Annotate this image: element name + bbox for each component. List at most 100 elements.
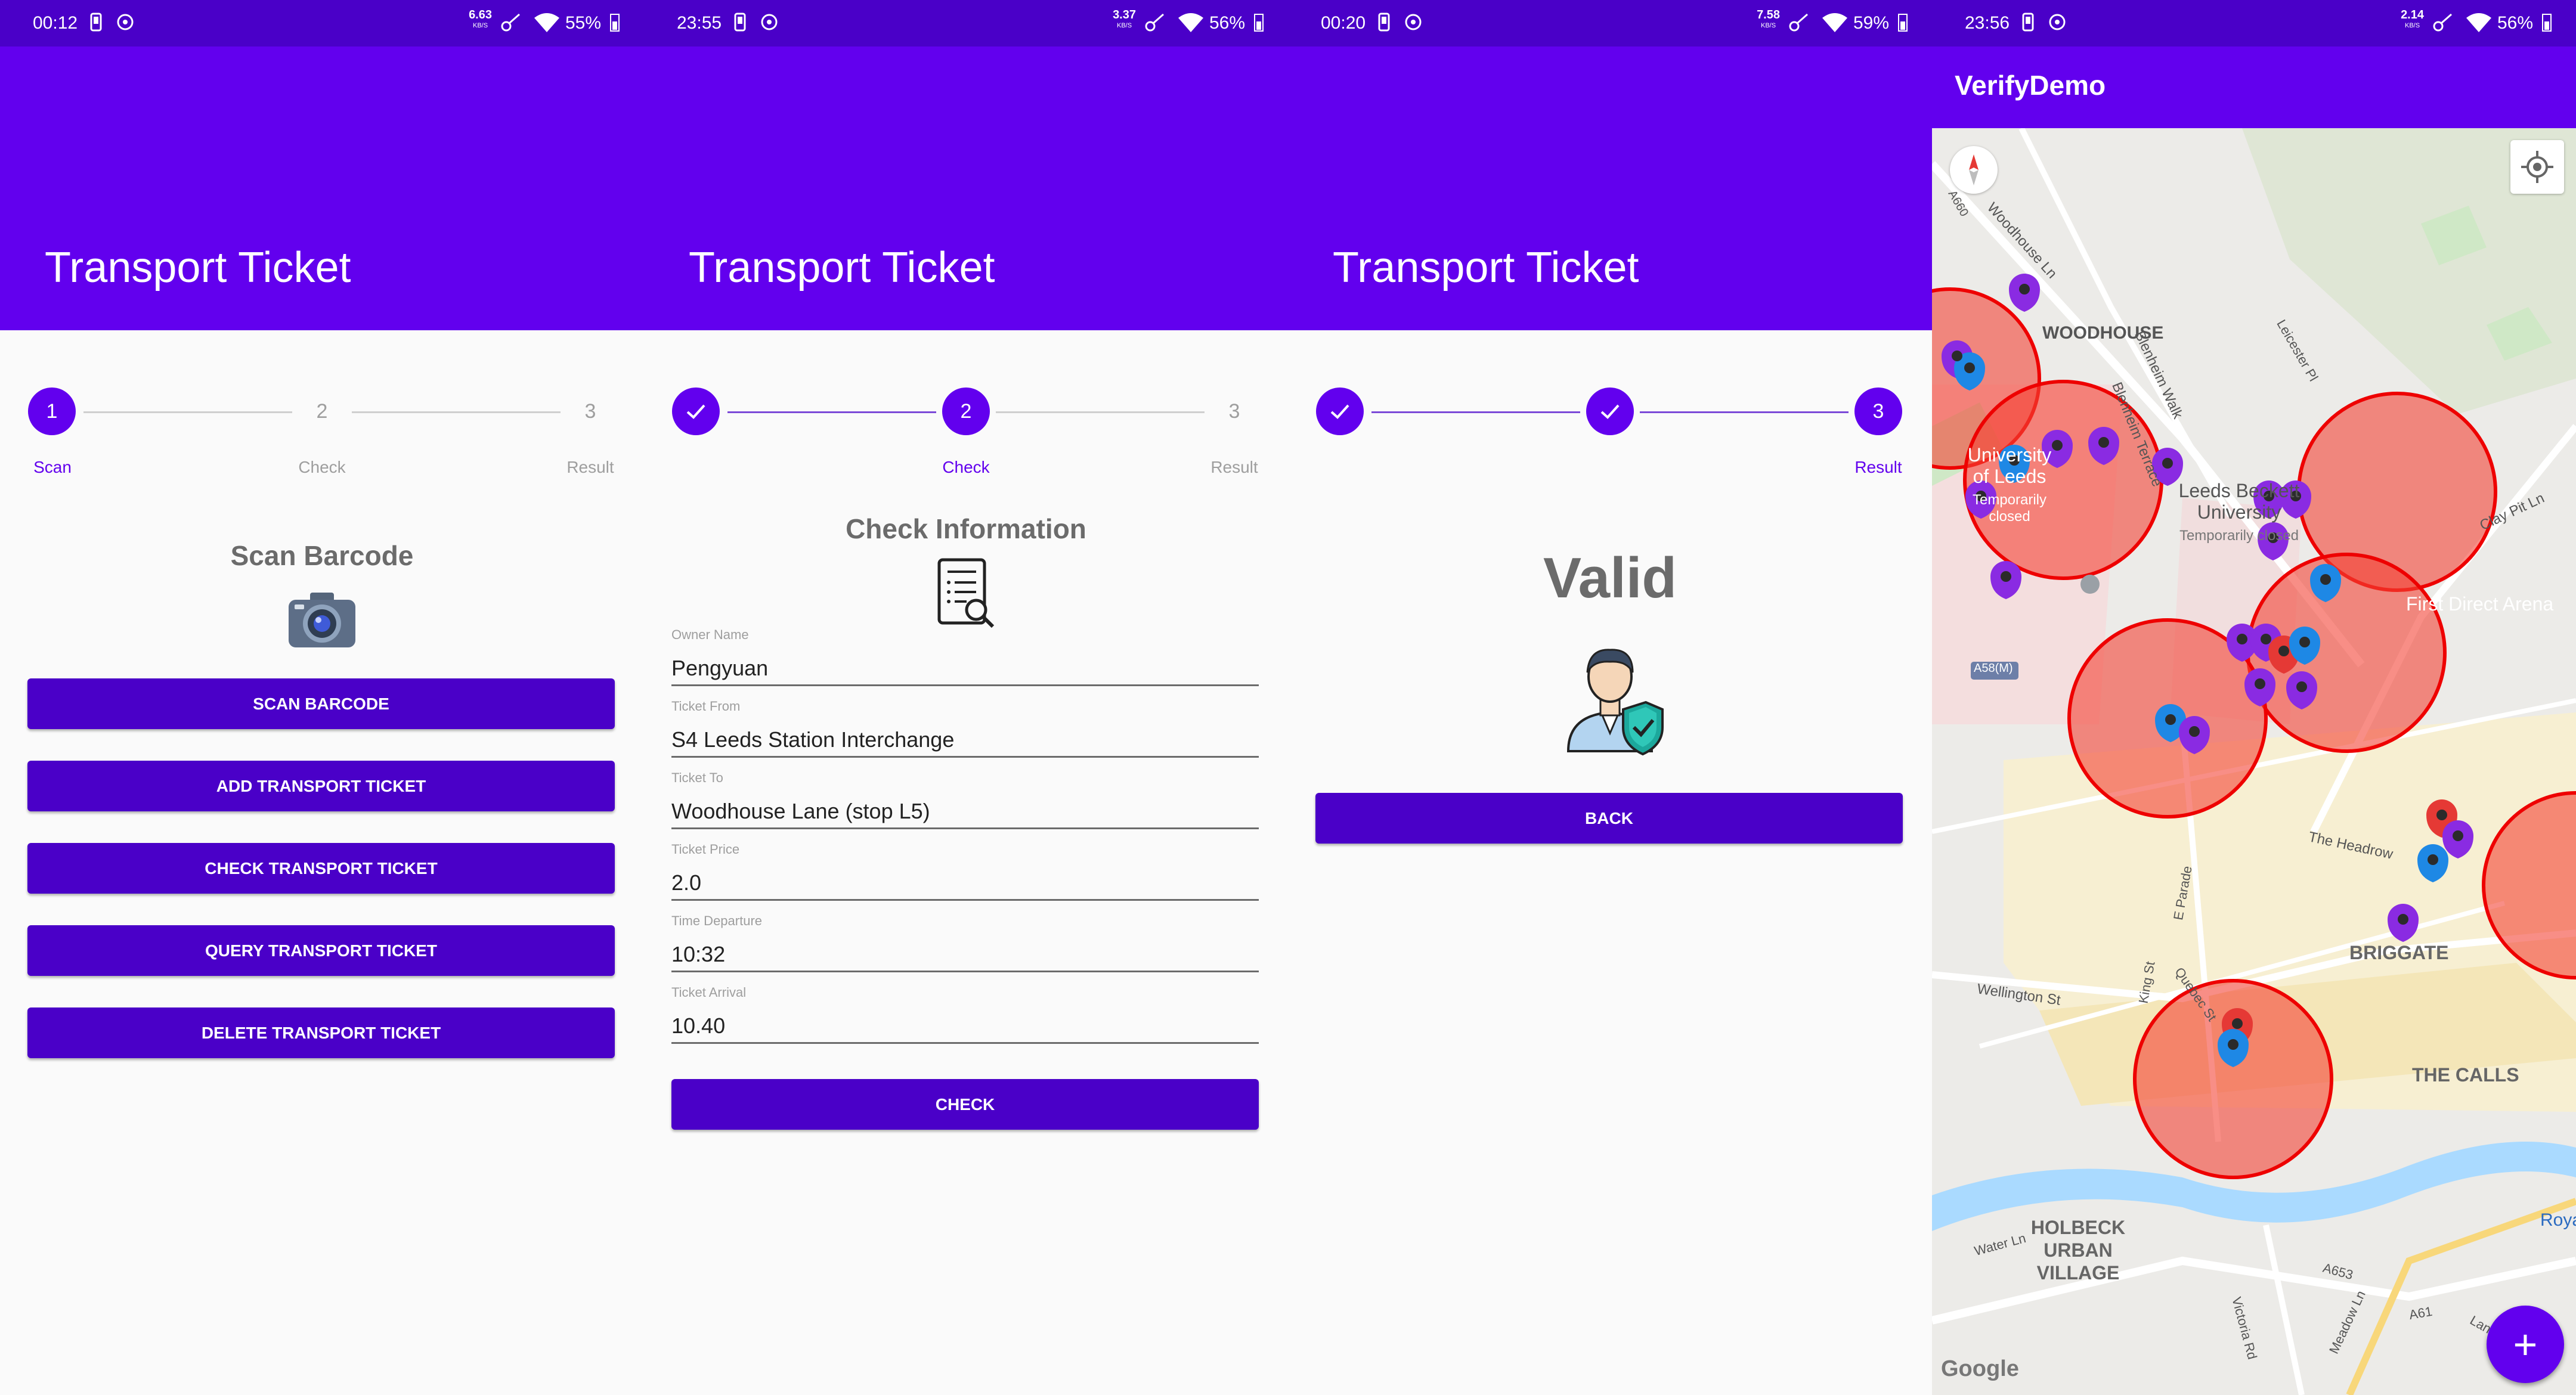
stepper: 1 2 3 Scan Check Result (0, 382, 644, 483)
sync-icon (2048, 12, 2066, 37)
app-bar: Transport Ticket (1288, 46, 1932, 330)
app-bar: VerifyDemo (1932, 46, 2576, 128)
step-connector (1371, 411, 1580, 413)
sync-icon (116, 12, 134, 37)
battery-percent: 56% (2497, 13, 2533, 33)
app-bar: Transport Ticket (0, 46, 644, 330)
step-1-indicator[interactable]: 1 (28, 388, 76, 435)
status-time: 23:56 (1965, 13, 2010, 33)
step-connector (727, 411, 936, 413)
ticket-price-field[interactable]: 2.0 (671, 870, 1259, 901)
vpn-key-icon (1788, 12, 1810, 37)
sim-icon (1377, 12, 1391, 37)
ticket-price-label: Ticket Price (671, 842, 740, 857)
step-2-indicator[interactable]: 2 (298, 388, 346, 435)
battery-percent: 56% (1209, 13, 1245, 33)
map-label-beckett-status: Temporarily closed (2179, 528, 2299, 544)
check-button[interactable]: CHECK (671, 1079, 1259, 1130)
time-departure-label: Time Departure (671, 913, 763, 928)
scan-barcode-button[interactable]: SCAN BARCODE (27, 678, 615, 729)
network-speed: 7.58 KB/S (1757, 8, 1780, 29)
status-bar: 00:20 7.58 KB/S 59% (1288, 0, 1932, 46)
map-label-leeds-uni-status: Temporarily closed (1972, 492, 2047, 525)
sync-icon (1404, 12, 1422, 37)
compass-button[interactable] (1950, 146, 1998, 194)
step-3-label: Result (1210, 458, 1258, 476)
camera-icon (286, 590, 358, 653)
ticket-arrival-field[interactable]: 10.40 (671, 1013, 1259, 1044)
screen-result: 00:20 7.58 KB/S 59% Transport Ticket 3 R… (1288, 0, 1932, 1395)
section-heading: Scan Barcode (230, 540, 414, 571)
page-title: VerifyDemo (1955, 70, 2106, 101)
back-button[interactable]: BACK (1315, 793, 1903, 844)
map-canvas (1932, 128, 2576, 1395)
status-time: 00:12 (33, 13, 78, 33)
step-3-indicator[interactable]: 3 (1210, 388, 1258, 435)
step-3-label: Result (566, 458, 614, 476)
check-ticket-button[interactable]: CHECK TRANSPORT TICKET (27, 843, 615, 894)
page-title: Transport Ticket (1333, 244, 1639, 292)
step-3-indicator[interactable]: 3 (566, 388, 614, 435)
sim-icon (89, 12, 103, 37)
wifi-icon (1821, 12, 1849, 38)
page-title: Transport Ticket (689, 244, 995, 292)
ticket-arrival-label: Ticket Arrival (671, 985, 747, 1000)
step-3-label: Result (1854, 458, 1902, 476)
owner-name-label: Owner Name (671, 627, 749, 642)
network-speed: 2.14 KB/S (2401, 8, 2424, 29)
ticket-to-label: Ticket To (671, 770, 723, 785)
ticket-to-field[interactable]: Woodhouse Lane (stop L5) (671, 799, 1259, 829)
step-connector (996, 411, 1205, 413)
page-title: Transport Ticket (45, 244, 351, 292)
step-1-done-check-icon[interactable] (672, 388, 720, 435)
map-view[interactable]: WOODHOUSE University of Leeds Temporaril… (1932, 128, 2576, 1395)
screen-map: 23:56 2.14 KB/S 56% VerifyDemo WOODHOUSE… (1932, 0, 2576, 1395)
step-3-indicator[interactable]: 3 (1854, 388, 1902, 435)
map-label-the-calls: THE CALLS (2412, 1064, 2519, 1086)
sim-icon (2021, 12, 2035, 37)
step-2-done-check-icon[interactable] (1586, 388, 1634, 435)
screen-check: 23:55 3.37 KB/S 56% Transport Ticket 2 3 … (644, 0, 1288, 1395)
map-label-university-of-leeds: University of Leeds (1967, 444, 2052, 487)
map-label-first-direct-arena: First Direct Arena (2406, 593, 2554, 615)
map-label-a58m: A58(M) (1974, 662, 2013, 675)
time-departure-field[interactable]: 10:32 (671, 942, 1259, 972)
add-fab-button[interactable]: + (2487, 1306, 2564, 1383)
step-1-label: Scan (33, 458, 72, 476)
status-bar: 00:12 6.63 KB/S 55% (0, 0, 644, 46)
owner-name-field[interactable]: Pengyuan (671, 656, 1259, 686)
vpn-key-icon (1144, 12, 1166, 37)
my-location-button[interactable] (2510, 140, 2564, 194)
step-2-indicator[interactable]: 2 (942, 388, 990, 435)
app-bar: Transport Ticket (644, 46, 1288, 330)
screen-scan: 00:12 6.63 KB/S 55% Transport Ticket 1 2 … (0, 0, 644, 1395)
document-search-icon (933, 557, 999, 632)
section-heading: Check Information (846, 513, 1086, 544)
query-ticket-button[interactable]: QUERY TRANSPORT TICKET (27, 925, 615, 976)
sync-icon (760, 12, 778, 37)
add-ticket-button[interactable]: ADD TRANSPORT TICKET (27, 761, 615, 811)
step-connector (352, 411, 561, 413)
step-2-label: Check (942, 458, 990, 476)
vpn-key-icon (500, 12, 522, 37)
status-bar: 23:56 2.14 KB/S 56% (1932, 0, 2576, 46)
step-connector (1640, 411, 1849, 413)
vpn-key-icon (2432, 12, 2454, 37)
map-label-holbeck: HOLBECK URBAN VILLAGE (2030, 1217, 2126, 1284)
battery-icon (1253, 12, 1264, 37)
result-heading: Valid (1543, 546, 1677, 610)
step-connector (83, 411, 292, 413)
wifi-icon (2465, 12, 2493, 38)
battery-percent: 59% (1853, 13, 1889, 33)
step-2-label: Check (298, 458, 346, 476)
delete-ticket-button[interactable]: DELETE TRANSPORT TICKET (27, 1008, 615, 1058)
map-label-leeds-beckett: Leeds Beckett University (2178, 480, 2300, 523)
status-bar: 23:55 3.37 KB/S 56% (644, 0, 1288, 46)
network-speed: 3.37 KB/S (1113, 8, 1136, 29)
stepper: 2 3 Check Result (644, 382, 1288, 483)
step-1-done-check-icon[interactable] (1316, 388, 1364, 435)
stepper: 3 Result (1288, 382, 1932, 483)
wifi-icon (533, 12, 561, 38)
ticket-from-field[interactable]: S4 Leeds Station Interchange (671, 727, 1259, 758)
battery-percent: 55% (565, 13, 601, 33)
